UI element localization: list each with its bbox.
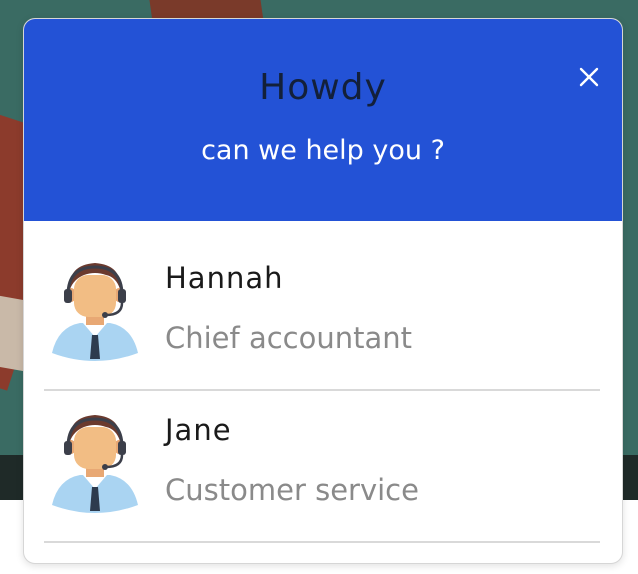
support-agent-avatar-icon — [50, 413, 140, 513]
agent-list: Hannah Chief accountant Jane Customer se… — [44, 239, 600, 543]
chat-widget: Howdy can we help you ? Hannah Chief acc… — [23, 18, 623, 564]
widget-subtitle: can we help you ? — [201, 135, 445, 166]
close-icon — [579, 67, 599, 87]
agent-name: Jane — [165, 413, 232, 447]
agent-item-jane[interactable]: Jane Customer service — [44, 391, 600, 543]
widget-header: Howdy can we help you ? — [24, 19, 622, 221]
agent-role: Chief accountant — [165, 321, 413, 355]
close-button[interactable] — [576, 64, 602, 90]
agent-item-hannah[interactable]: Hannah Chief accountant — [44, 239, 600, 391]
support-agent-avatar-icon — [50, 261, 140, 361]
agent-role: Customer service — [165, 473, 419, 507]
agent-name: Hannah — [165, 261, 284, 295]
widget-title: Howdy — [259, 67, 387, 108]
